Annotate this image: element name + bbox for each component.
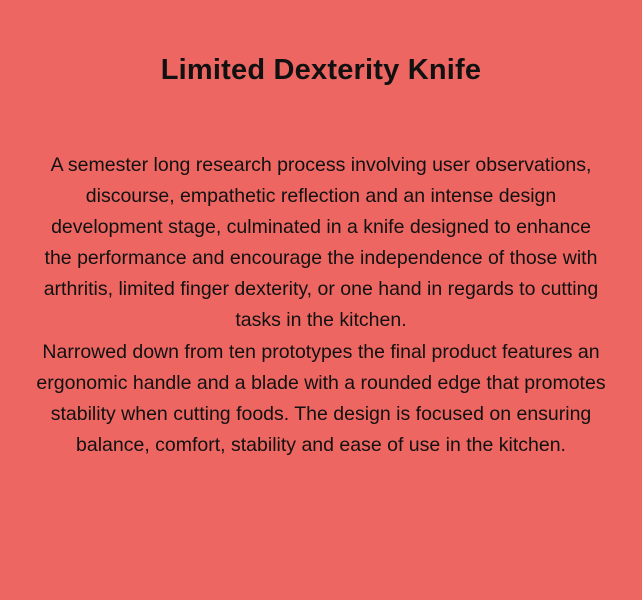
project-card: Limited Dexterity Knife A semester long … bbox=[0, 0, 642, 600]
project-description: A semester long research process involvi… bbox=[35, 150, 607, 461]
page-title: Limited Dexterity Knife bbox=[160, 54, 482, 86]
description-paragraph-design: Narrowed down from ten prototypes the fi… bbox=[36, 340, 606, 456]
description-paragraph-research: A semester long research process involvi… bbox=[43, 154, 599, 332]
